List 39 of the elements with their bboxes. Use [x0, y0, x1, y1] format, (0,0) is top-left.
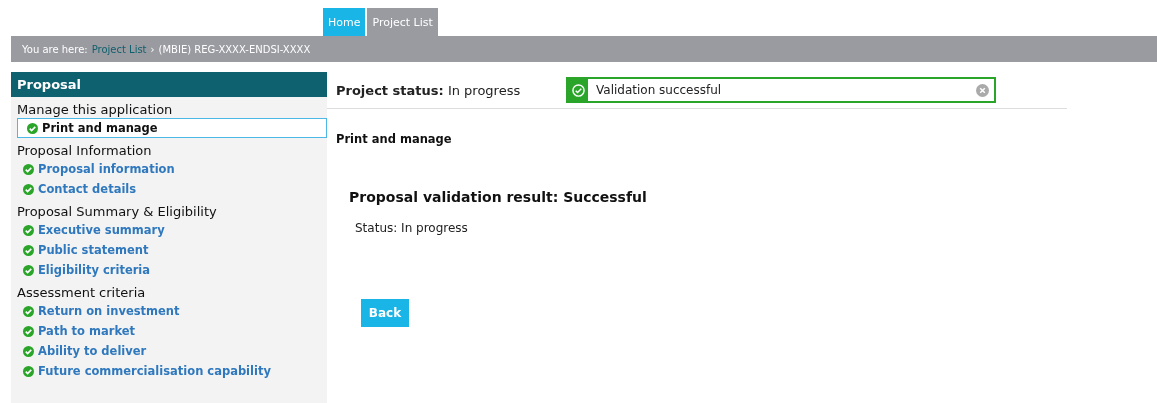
- sidebar-title: Proposal: [11, 72, 327, 97]
- status-text: Status: In progress: [355, 221, 469, 235]
- close-icon[interactable]: [976, 83, 989, 97]
- sidebar-item[interactable]: Ability to deliver: [11, 341, 327, 361]
- check-circle-icon: [23, 163, 34, 175]
- check-circle-icon: [23, 183, 34, 195]
- result-heading: Proposal validation result: Successful: [349, 189, 648, 205]
- sidebar-item[interactable]: Executive summary: [11, 220, 327, 240]
- sidebar-item[interactable]: Path to market: [11, 321, 327, 341]
- sidebar-item[interactable]: Proposal information: [11, 159, 327, 179]
- nav-tab[interactable]: Home: [323, 8, 366, 36]
- breadcrumb-separator: ›: [150, 43, 155, 55]
- sidebar-item[interactable]: Print and manage: [17, 118, 327, 138]
- sidebar-item[interactable]: Contact details: [11, 179, 327, 199]
- check-circle-icon: [571, 83, 585, 97]
- breadcrumb-current: (MBIE) REG-XXXX-ENDSI-XXXX: [158, 43, 311, 55]
- check-circle-icon: [23, 244, 34, 256]
- check-circle-icon: [23, 305, 34, 317]
- section-heading: Assessment criteria: [16, 284, 147, 301]
- section-heading: Manage this application: [16, 101, 174, 118]
- alert-message: Validation successful: [595, 82, 723, 99]
- section-heading: Proposal Information: [16, 142, 153, 159]
- sidebar-item[interactable]: Public statement: [11, 240, 327, 260]
- sidebar-item[interactable]: Return on investment: [11, 301, 327, 321]
- sidebar-item[interactable]: Future commercialisation capability: [11, 361, 327, 381]
- nav-tab[interactable]: Project List: [367, 8, 438, 36]
- sidebar-item[interactable]: Eligibility criteria: [11, 260, 327, 280]
- check-circle-icon: [23, 345, 34, 357]
- breadcrumb-prefix: You are here:: [22, 43, 88, 55]
- page-title: Print and manage: [336, 132, 453, 146]
- check-circle-icon: [23, 264, 34, 276]
- check-circle-icon: [23, 224, 34, 236]
- check-circle-icon: [27, 122, 38, 134]
- section-heading: Proposal Summary & Eligibility: [16, 203, 218, 220]
- check-circle-icon: [23, 365, 34, 377]
- breadcrumb-link[interactable]: Project List: [91, 43, 147, 55]
- check-circle-icon: [23, 325, 34, 337]
- project-status: Project status: In progress: [336, 82, 522, 98]
- back-button[interactable]: Back: [361, 299, 409, 327]
